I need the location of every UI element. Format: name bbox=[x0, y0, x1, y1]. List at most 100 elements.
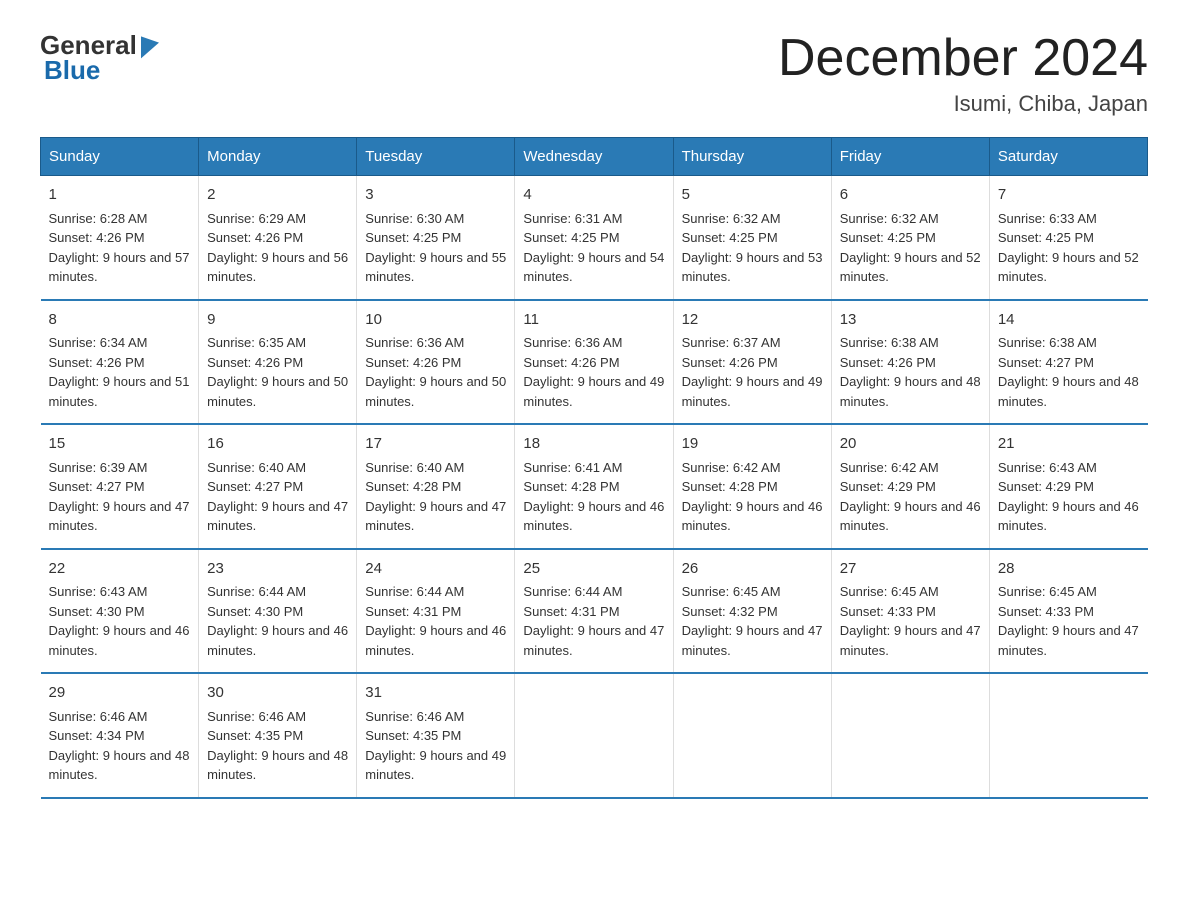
calendar-cell: 16 Sunrise: 6:40 AMSunset: 4:27 PMDaylig… bbox=[199, 424, 357, 549]
calendar-cell: 13 Sunrise: 6:38 AMSunset: 4:26 PMDaylig… bbox=[831, 300, 989, 425]
day-number: 6 bbox=[840, 184, 981, 207]
page-header: General Blue December 2024 Isumi, Chiba,… bbox=[40, 30, 1148, 117]
calendar-cell: 14 Sunrise: 6:38 AMSunset: 4:27 PMDaylig… bbox=[989, 300, 1147, 425]
col-monday: Monday bbox=[199, 138, 357, 176]
day-info: Sunrise: 6:42 AMSunset: 4:28 PMDaylight:… bbox=[682, 460, 823, 534]
calendar-cell: 4 Sunrise: 6:31 AMSunset: 4:25 PMDayligh… bbox=[515, 176, 673, 300]
day-number: 17 bbox=[365, 433, 506, 456]
col-thursday: Thursday bbox=[673, 138, 831, 176]
day-number: 31 bbox=[365, 682, 506, 705]
logo-arrow-icon bbox=[141, 31, 159, 58]
col-sunday: Sunday bbox=[41, 138, 199, 176]
day-info: Sunrise: 6:40 AMSunset: 4:28 PMDaylight:… bbox=[365, 460, 506, 534]
calendar-cell: 28 Sunrise: 6:45 AMSunset: 4:33 PMDaylig… bbox=[989, 549, 1147, 674]
calendar-cell bbox=[831, 673, 989, 798]
day-number: 2 bbox=[207, 184, 348, 207]
day-number: 24 bbox=[365, 558, 506, 581]
day-number: 14 bbox=[998, 309, 1140, 332]
calendar-cell: 6 Sunrise: 6:32 AMSunset: 4:25 PMDayligh… bbox=[831, 176, 989, 300]
day-number: 7 bbox=[998, 184, 1140, 207]
calendar-cell: 8 Sunrise: 6:34 AMSunset: 4:26 PMDayligh… bbox=[41, 300, 199, 425]
day-info: Sunrise: 6:43 AMSunset: 4:29 PMDaylight:… bbox=[998, 460, 1139, 534]
day-info: Sunrise: 6:32 AMSunset: 4:25 PMDaylight:… bbox=[840, 211, 981, 285]
day-number: 28 bbox=[998, 558, 1140, 581]
col-saturday: Saturday bbox=[989, 138, 1147, 176]
day-number: 25 bbox=[523, 558, 664, 581]
day-info: Sunrise: 6:29 AMSunset: 4:26 PMDaylight:… bbox=[207, 211, 348, 285]
calendar-cell: 19 Sunrise: 6:42 AMSunset: 4:28 PMDaylig… bbox=[673, 424, 831, 549]
day-info: Sunrise: 6:38 AMSunset: 4:26 PMDaylight:… bbox=[840, 335, 981, 409]
calendar-cell: 20 Sunrise: 6:42 AMSunset: 4:29 PMDaylig… bbox=[831, 424, 989, 549]
day-info: Sunrise: 6:30 AMSunset: 4:25 PMDaylight:… bbox=[365, 211, 506, 285]
day-number: 9 bbox=[207, 309, 348, 332]
col-friday: Friday bbox=[831, 138, 989, 176]
calendar-cell: 15 Sunrise: 6:39 AMSunset: 4:27 PMDaylig… bbox=[41, 424, 199, 549]
calendar-week-row: 22 Sunrise: 6:43 AMSunset: 4:30 PMDaylig… bbox=[41, 549, 1148, 674]
calendar-week-row: 8 Sunrise: 6:34 AMSunset: 4:26 PMDayligh… bbox=[41, 300, 1148, 425]
logo-blue-text: Blue bbox=[44, 55, 100, 85]
day-info: Sunrise: 6:31 AMSunset: 4:25 PMDaylight:… bbox=[523, 211, 664, 285]
day-number: 19 bbox=[682, 433, 823, 456]
calendar-cell bbox=[515, 673, 673, 798]
day-number: 27 bbox=[840, 558, 981, 581]
day-info: Sunrise: 6:36 AMSunset: 4:26 PMDaylight:… bbox=[523, 335, 664, 409]
day-info: Sunrise: 6:41 AMSunset: 4:28 PMDaylight:… bbox=[523, 460, 664, 534]
day-number: 13 bbox=[840, 309, 981, 332]
day-info: Sunrise: 6:44 AMSunset: 4:31 PMDaylight:… bbox=[365, 584, 506, 658]
calendar-cell: 2 Sunrise: 6:29 AMSunset: 4:26 PMDayligh… bbox=[199, 176, 357, 300]
calendar-cell: 25 Sunrise: 6:44 AMSunset: 4:31 PMDaylig… bbox=[515, 549, 673, 674]
day-number: 1 bbox=[49, 184, 191, 207]
calendar-cell: 7 Sunrise: 6:33 AMSunset: 4:25 PMDayligh… bbox=[989, 176, 1147, 300]
day-info: Sunrise: 6:43 AMSunset: 4:30 PMDaylight:… bbox=[49, 584, 190, 658]
calendar-week-row: 29 Sunrise: 6:46 AMSunset: 4:34 PMDaylig… bbox=[41, 673, 1148, 798]
day-info: Sunrise: 6:38 AMSunset: 4:27 PMDaylight:… bbox=[998, 335, 1139, 409]
calendar-cell: 5 Sunrise: 6:32 AMSunset: 4:25 PMDayligh… bbox=[673, 176, 831, 300]
calendar-cell: 9 Sunrise: 6:35 AMSunset: 4:26 PMDayligh… bbox=[199, 300, 357, 425]
calendar-cell: 18 Sunrise: 6:41 AMSunset: 4:28 PMDaylig… bbox=[515, 424, 673, 549]
day-number: 22 bbox=[49, 558, 191, 581]
day-info: Sunrise: 6:37 AMSunset: 4:26 PMDaylight:… bbox=[682, 335, 823, 409]
day-number: 4 bbox=[523, 184, 664, 207]
main-title: December 2024 bbox=[778, 30, 1148, 87]
day-number: 11 bbox=[523, 309, 664, 332]
day-info: Sunrise: 6:34 AMSunset: 4:26 PMDaylight:… bbox=[49, 335, 190, 409]
day-info: Sunrise: 6:36 AMSunset: 4:26 PMDaylight:… bbox=[365, 335, 506, 409]
calendar-cell bbox=[989, 673, 1147, 798]
calendar-cell: 11 Sunrise: 6:36 AMSunset: 4:26 PMDaylig… bbox=[515, 300, 673, 425]
day-info: Sunrise: 6:32 AMSunset: 4:25 PMDaylight:… bbox=[682, 211, 823, 285]
calendar-cell: 29 Sunrise: 6:46 AMSunset: 4:34 PMDaylig… bbox=[41, 673, 199, 798]
title-block: December 2024 Isumi, Chiba, Japan bbox=[778, 30, 1148, 117]
calendar-week-row: 1 Sunrise: 6:28 AMSunset: 4:26 PMDayligh… bbox=[41, 176, 1148, 300]
day-info: Sunrise: 6:45 AMSunset: 4:33 PMDaylight:… bbox=[998, 584, 1139, 658]
day-info: Sunrise: 6:39 AMSunset: 4:27 PMDaylight:… bbox=[49, 460, 190, 534]
calendar-cell: 31 Sunrise: 6:46 AMSunset: 4:35 PMDaylig… bbox=[357, 673, 515, 798]
day-number: 18 bbox=[523, 433, 664, 456]
day-number: 23 bbox=[207, 558, 348, 581]
calendar-cell: 10 Sunrise: 6:36 AMSunset: 4:26 PMDaylig… bbox=[357, 300, 515, 425]
day-number: 21 bbox=[998, 433, 1140, 456]
day-number: 15 bbox=[49, 433, 191, 456]
calendar-cell: 24 Sunrise: 6:44 AMSunset: 4:31 PMDaylig… bbox=[357, 549, 515, 674]
calendar-cell: 12 Sunrise: 6:37 AMSunset: 4:26 PMDaylig… bbox=[673, 300, 831, 425]
day-number: 12 bbox=[682, 309, 823, 332]
day-number: 29 bbox=[49, 682, 191, 705]
calendar-cell: 26 Sunrise: 6:45 AMSunset: 4:32 PMDaylig… bbox=[673, 549, 831, 674]
day-info: Sunrise: 6:33 AMSunset: 4:25 PMDaylight:… bbox=[998, 211, 1139, 285]
location-subtitle: Isumi, Chiba, Japan bbox=[778, 91, 1148, 117]
calendar-header-row: Sunday Monday Tuesday Wednesday Thursday… bbox=[41, 138, 1148, 176]
day-number: 3 bbox=[365, 184, 506, 207]
day-number: 26 bbox=[682, 558, 823, 581]
calendar-cell: 27 Sunrise: 6:45 AMSunset: 4:33 PMDaylig… bbox=[831, 549, 989, 674]
calendar-cell: 1 Sunrise: 6:28 AMSunset: 4:26 PMDayligh… bbox=[41, 176, 199, 300]
day-info: Sunrise: 6:44 AMSunset: 4:31 PMDaylight:… bbox=[523, 584, 664, 658]
day-number: 30 bbox=[207, 682, 348, 705]
logo: General Blue bbox=[40, 30, 159, 86]
col-tuesday: Tuesday bbox=[357, 138, 515, 176]
calendar-cell: 30 Sunrise: 6:46 AMSunset: 4:35 PMDaylig… bbox=[199, 673, 357, 798]
day-info: Sunrise: 6:44 AMSunset: 4:30 PMDaylight:… bbox=[207, 584, 348, 658]
calendar-cell: 21 Sunrise: 6:43 AMSunset: 4:29 PMDaylig… bbox=[989, 424, 1147, 549]
calendar-cell bbox=[673, 673, 831, 798]
calendar-cell: 17 Sunrise: 6:40 AMSunset: 4:28 PMDaylig… bbox=[357, 424, 515, 549]
day-number: 16 bbox=[207, 433, 348, 456]
calendar-cell: 23 Sunrise: 6:44 AMSunset: 4:30 PMDaylig… bbox=[199, 549, 357, 674]
